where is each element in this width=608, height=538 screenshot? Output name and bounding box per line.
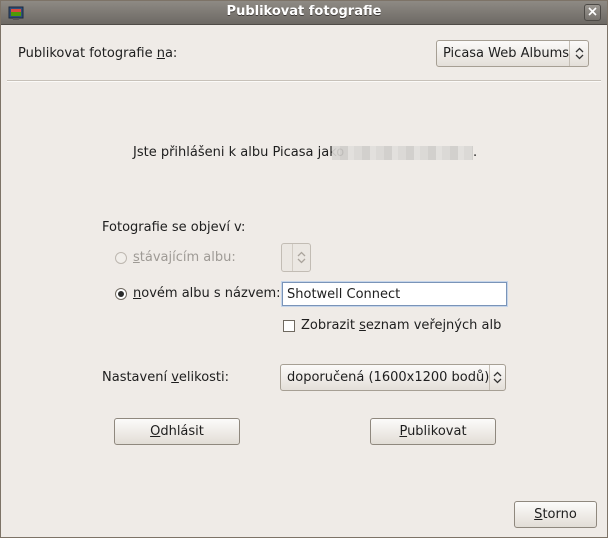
updown-arrows-icon	[489, 365, 505, 390]
service-combo-value: Picasa Web Albums	[443, 46, 570, 61]
header-separator	[7, 80, 601, 82]
publish-dialog: Publikovat fotografie Publikovat fotogra…	[0, 0, 608, 538]
login-message-period: .	[473, 145, 478, 160]
size-combo-value: doporučená (1600x1200 bodů)	[287, 370, 490, 385]
title-bar[interactable]: Publikovat fotografie	[1, 1, 607, 25]
new-album-label: novém albu s názvem:	[133, 286, 281, 301]
existing-album-radio[interactable]	[115, 252, 127, 264]
updown-arrows-icon	[569, 41, 588, 66]
publish-button-label: Publikovat	[399, 424, 467, 439]
destination-heading: Fotografie se objeví v:	[102, 220, 246, 235]
redacted-username	[332, 146, 473, 160]
public-albums-checkbox[interactable]	[283, 320, 295, 332]
publish-to-label: Publikovat fotografie na:	[18, 46, 178, 61]
new-album-name-input[interactable]: Shotwell Connect	[282, 282, 507, 306]
logout-button[interactable]: Odhlásit	[114, 418, 240, 445]
cancel-button[interactable]: Storno	[514, 501, 597, 528]
public-albums-label: Zobrazit seznam veřejných alb	[301, 318, 502, 333]
logout-button-label: Odhlásit	[150, 424, 204, 439]
window-title: Publikovat fotografie	[226, 4, 382, 19]
close-icon	[588, 5, 597, 20]
login-message: Jste přihlášeni k albu Picasa jako	[133, 145, 345, 160]
cancel-button-label: Storno	[534, 507, 577, 522]
new-album-radio[interactable]	[115, 288, 127, 300]
service-combo[interactable]: Picasa Web Albums	[436, 40, 589, 67]
size-label: Nastavení velikosti:	[102, 370, 230, 385]
close-button[interactable]	[584, 4, 601, 21]
publish-button[interactable]: Publikovat	[370, 418, 496, 445]
size-combo[interactable]: doporučená (1600x1200 bodů)	[280, 364, 506, 391]
existing-album-combo[interactable]	[281, 243, 311, 272]
existing-album-label: stávajícím albu:	[133, 250, 236, 265]
updown-arrows-icon	[292, 244, 310, 271]
